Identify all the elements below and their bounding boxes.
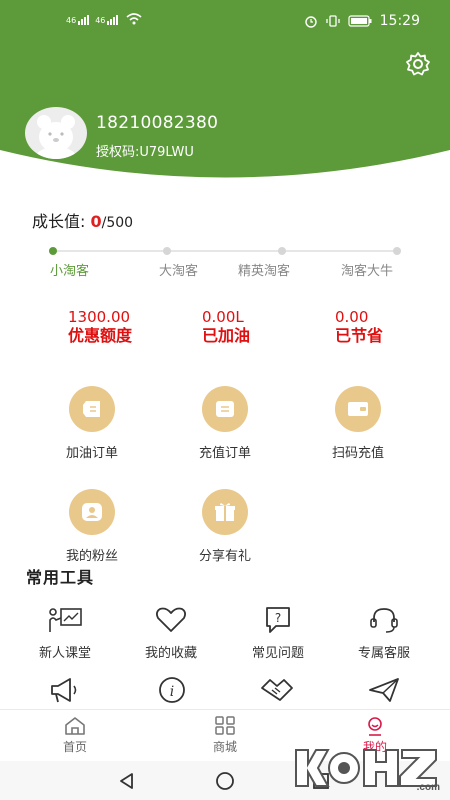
settings-gear-icon[interactable]	[404, 50, 432, 78]
info-icon[interactable]: i	[156, 676, 188, 704]
watermark-logo: .com	[290, 742, 448, 794]
alarm-icon	[304, 16, 317, 28]
auth-code: 授权码:U79LWU	[96, 145, 194, 160]
profile-header: 46 46 15:29 18210082380 授权码:U79LWU	[0, 0, 450, 190]
tool-label: 我的收藏	[144, 646, 197, 661]
menu-my-fans[interactable]: 我的粉丝	[42, 489, 142, 564]
avatar[interactable]	[25, 107, 87, 159]
tool-my-favorites[interactable]: 我的收藏	[126, 606, 216, 661]
signal-group: 46 46	[66, 13, 142, 25]
tool-newbie-class[interactable]: 新人课堂	[20, 606, 110, 661]
megaphone-icon[interactable]	[48, 676, 80, 704]
vibrate-icon	[325, 15, 340, 27]
signal-2-icon: 46	[95, 15, 119, 25]
tab-label: 首页	[62, 740, 87, 754]
status-bar: 46 46 15:29	[0, 0, 450, 42]
wifi-icon	[126, 13, 142, 25]
level-label-1: 小淘客	[50, 264, 90, 279]
signal-2-label: 46	[95, 16, 106, 25]
menu-share-gift[interactable]: 分享有礼	[175, 489, 275, 564]
menu-label: 扫码充值	[331, 446, 384, 461]
svg-text:i: i	[170, 684, 174, 700]
bear-avatar-icon	[36, 115, 76, 159]
level-dot-4	[393, 247, 401, 255]
stat-value: 1300.00	[68, 308, 131, 326]
svg-text:?: ?	[275, 611, 281, 625]
tools-section-title: 常用工具	[26, 568, 95, 587]
question-icon: ?	[266, 607, 290, 633]
profile-icon	[368, 717, 382, 736]
fuel-order-icon	[69, 386, 115, 432]
growth-value: 成长值: 0/500	[32, 208, 133, 232]
battery-icon	[348, 15, 372, 27]
tab-mall[interactable]: 商城	[195, 716, 255, 755]
stat-discount[interactable]: 1300.00 优惠额度	[68, 308, 132, 346]
stat-saved[interactable]: 0.00 已节省	[335, 308, 383, 346]
stat-value: 0.00L	[202, 308, 244, 326]
level-label-3: 精英淘客	[238, 264, 291, 279]
home-icon	[65, 717, 85, 735]
stat-fueled[interactable]: 0.00L 已加油	[202, 308, 250, 346]
stat-label: 优惠额度	[68, 326, 133, 345]
paper-plane-icon[interactable]	[368, 676, 400, 704]
clock: 15:29	[379, 13, 420, 29]
menu-label: 分享有礼	[198, 549, 251, 564]
level-dot-1	[49, 247, 57, 255]
wallet-icon	[335, 386, 381, 432]
handshake-icon[interactable]	[260, 676, 294, 704]
classroom-icon	[49, 608, 82, 632]
menu-recharge-order[interactable]: 充值订单	[175, 386, 275, 461]
status-right-group: 15:29	[304, 13, 420, 29]
watermark-logo-graphic: .com	[295, 749, 440, 793]
recharge-order-icon	[202, 386, 248, 432]
level-progress-track	[52, 250, 398, 252]
level-label-4: 淘客大牛	[341, 264, 394, 279]
tool-customer-service[interactable]: 专属客服	[339, 606, 429, 661]
fans-icon	[69, 489, 115, 535]
menu-label: 加油订单	[65, 446, 118, 461]
menu-fuel-order[interactable]: 加油订单	[42, 386, 142, 461]
home-button-icon[interactable]	[215, 771, 235, 791]
growth-current: 0	[90, 212, 102, 231]
menu-label: 充值订单	[198, 446, 251, 461]
back-icon[interactable]	[118, 772, 136, 790]
phone-number: 18210082380	[96, 113, 219, 133]
tool-label: 专属客服	[357, 646, 410, 661]
tool-label: 新人课堂	[38, 646, 91, 661]
menu-scan-recharge[interactable]: 扫码充值	[308, 386, 408, 461]
headset-icon	[370, 608, 398, 633]
tab-label: 商城	[212, 740, 237, 754]
growth-max: /500	[101, 215, 134, 231]
menu-label: 我的粉丝	[65, 549, 118, 564]
stat-label: 已加油	[202, 326, 251, 345]
level-dot-3	[278, 247, 286, 255]
tab-home[interactable]: 首页	[45, 716, 105, 755]
tool-faq[interactable]: ? 常见问题	[233, 606, 323, 661]
signal-1-icon: 46	[66, 15, 90, 25]
stat-label: 已节省	[335, 326, 384, 345]
watermark-text: .com	[417, 782, 440, 793]
stat-value: 0.00	[335, 308, 369, 326]
level-dot-2	[163, 247, 171, 255]
level-label-2: 大淘客	[159, 264, 199, 279]
signal-1-label: 46	[66, 16, 77, 25]
tool-label: 常见问题	[251, 646, 304, 661]
heart-icon	[155, 607, 187, 632]
gift-icon	[202, 489, 248, 535]
grid-icon	[215, 716, 235, 735]
growth-label: 成长值:	[32, 212, 86, 231]
